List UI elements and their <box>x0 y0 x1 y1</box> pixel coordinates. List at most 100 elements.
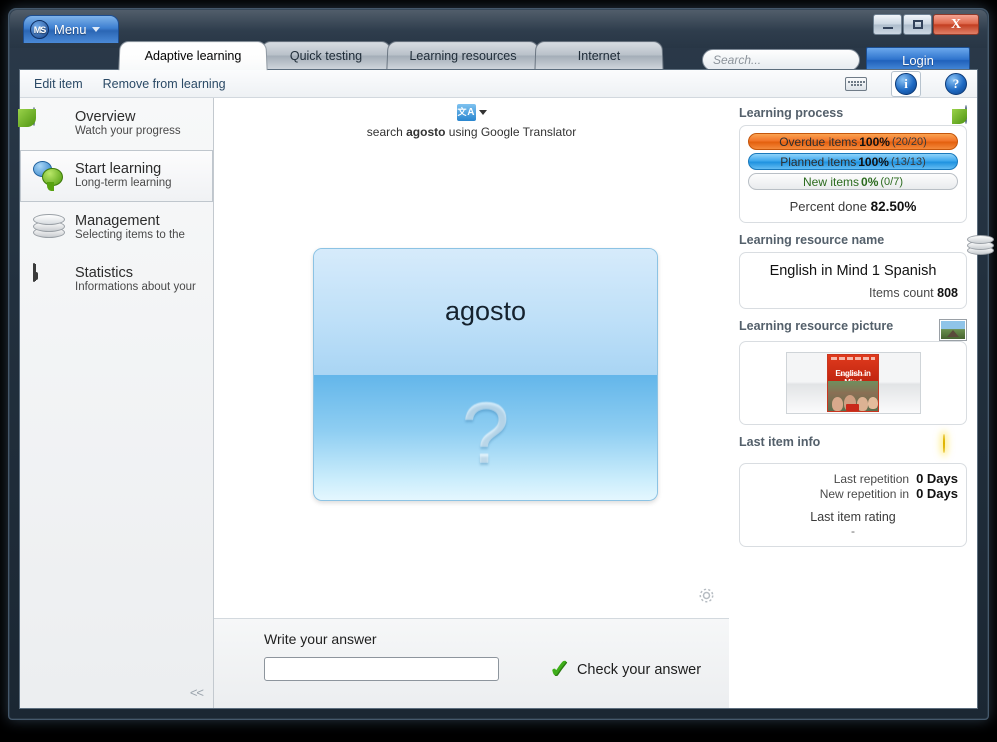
search-placeholder: Search... <box>713 53 761 67</box>
answer-input[interactable] <box>264 657 499 681</box>
info-button[interactable]: i <box>891 71 921 97</box>
sidebar-item-overview[interactable]: Overview Watch your progress <box>20 98 213 150</box>
sidebar-item-text: Management Selecting items to the <box>75 213 185 243</box>
sidebar-collapse-button[interactable]: << <box>190 685 203 700</box>
chevron-down-icon <box>479 110 487 115</box>
maximize-button[interactable] <box>903 14 932 35</box>
resource-picture-thumb[interactable]: English in Mind Student's Book <box>786 352 921 414</box>
edit-item-button[interactable]: Edit item <box>34 77 83 91</box>
resource-name-header: Learning resource name <box>739 233 967 252</box>
new-repetition-label: New repetition in <box>820 487 909 501</box>
tab-label: Learning resources <box>409 49 516 63</box>
last-item-rating-value: - <box>748 524 958 538</box>
answer-bar: Write your answer ✓ Check your answer <box>214 618 729 708</box>
sidebar-item-subtitle: Watch your progress <box>75 125 181 139</box>
last-item-info-title: Last item info <box>739 435 820 449</box>
help-icon: ? <box>945 73 967 95</box>
remove-from-learning-button[interactable]: Remove from learning <box>103 77 226 91</box>
tab-learning-resources[interactable]: Learning resources <box>386 41 539 69</box>
tab-adaptive-learning[interactable]: Adaptive learning <box>118 41 267 70</box>
resource-name-title: Learning resource name <box>739 233 884 247</box>
question-mark-icon: ? <box>462 391 510 477</box>
sidebar: Overview Watch your progress Start learn… <box>20 98 214 708</box>
tab-label: Quick testing <box>290 49 363 63</box>
percent-done-value: 82.50% <box>871 199 917 214</box>
resource-picture-title: Learning resource picture <box>739 319 893 333</box>
search-input[interactable]: Search... <box>702 49 860 71</box>
flashcard-answer-side: ? <box>314 375 657 501</box>
book-icon <box>33 264 67 296</box>
tab-label: Internet <box>578 49 621 63</box>
translator-block: A search agosto using Google Translator <box>214 104 729 139</box>
translator-icon-row[interactable]: A <box>214 104 729 121</box>
percent-done: Percent done 82.50% <box>748 193 958 214</box>
sidebar-item-management[interactable]: Management Selecting items to the <box>20 202 213 254</box>
sidebar-item-statistics[interactable]: Statistics Informations about your <box>20 254 213 306</box>
picture-icon <box>939 319 967 341</box>
sidebar-item-text: Statistics Informations about your <box>75 265 196 295</box>
last-repetition-value: 0 Days <box>916 471 958 486</box>
close-button[interactable]: X <box>933 14 979 35</box>
check-answer-button[interactable]: ✓ Check your answer <box>549 657 701 682</box>
resource-picture-header: Learning resource picture <box>739 319 967 341</box>
sidebar-item-text: Overview Watch your progress <box>75 109 181 139</box>
sidebar-item-title: Start learning <box>75 161 172 178</box>
menu-button-label: Menu <box>54 22 87 37</box>
progress-bar-label: New items <box>803 175 859 189</box>
maximize-icon <box>913 20 923 29</box>
flashcard-question-side: agosto <box>314 249 657 375</box>
progress-bar-fraction: (0/7) <box>880 176 903 188</box>
command-bar: Edit item Remove from learning i ? <box>20 70 977 98</box>
resource-name-box: English in Mind 1 Spanish Items count 80… <box>739 252 967 309</box>
learning-content-area: A search agosto using Google Translator … <box>214 98 729 708</box>
items-count-label: Items count <box>869 286 934 300</box>
tab-label: Adaptive learning <box>144 49 241 63</box>
last-repetition-label: Last repetition <box>834 472 909 486</box>
progress-bar-percent: 100% <box>859 135 890 149</box>
learning-process-title: Learning process <box>739 106 843 120</box>
app-logo: MS <box>30 20 49 39</box>
last-item-rating-label: Last item rating <box>748 501 958 524</box>
checkmark-icon: ✓ <box>549 657 570 682</box>
gear-icon[interactable] <box>698 587 715 604</box>
sidebar-item-subtitle: Selecting items to the <box>75 229 185 243</box>
application-window: X MS Menu Adaptive learning Quick testin… <box>8 8 989 720</box>
minimize-button[interactable] <box>873 14 902 35</box>
items-count-value: 808 <box>937 286 958 300</box>
sidebar-item-subtitle: Informations about your <box>75 281 196 295</box>
translator-suffix: using Google Translator <box>445 125 576 139</box>
flashcard-question: agosto <box>445 296 526 327</box>
menu-button[interactable]: MS Menu <box>23 15 119 43</box>
sidebar-item-subtitle: Long-term learning <box>75 177 172 191</box>
database-icon <box>33 212 67 244</box>
client-area: Edit item Remove from learning i ? <box>19 69 978 709</box>
last-repetition-row: Last repetition 0 Days <box>748 471 958 486</box>
window-controls: X <box>873 14 979 35</box>
progress-bar-percent: 0% <box>861 175 878 189</box>
book-cover-subtitle: Student's Book <box>828 372 878 377</box>
translator-prefix: search <box>367 125 406 139</box>
last-item-info-header: Last item info <box>739 435 967 463</box>
info-panel: Learning process Overdue items 100% (20/… <box>729 98 977 708</box>
sidebar-item-start-learning[interactable]: Start learning Long-term learning <box>20 150 213 202</box>
help-button[interactable]: ? <box>941 71 971 97</box>
pie-chart-icon <box>33 108 67 140</box>
new-repetition-row: New repetition in 0 Days <box>748 486 958 501</box>
new-repetition-value: 0 Days <box>916 486 958 501</box>
sidebar-item-text: Start learning Long-term learning <box>75 161 172 191</box>
progress-bar-fraction: (20/20) <box>892 136 927 148</box>
resource-name-value: English in Mind 1 Spanish <box>748 260 958 286</box>
keyboard-glyph <box>845 77 867 91</box>
resource-picture-thumb-wrap: English in Mind Student's Book <box>748 349 958 416</box>
body-row: Overview Watch your progress Start learn… <box>20 98 977 708</box>
keyboard-icon[interactable] <box>841 71 871 97</box>
sidebar-item-title: Overview <box>75 109 181 126</box>
write-answer-label: Write your answer <box>264 631 377 647</box>
minimize-icon <box>883 27 893 29</box>
tab-internet[interactable]: Internet <box>534 41 663 69</box>
flashcard[interactable]: agosto ? <box>313 248 658 501</box>
tab-quick-testing[interactable]: Quick testing <box>260 41 391 69</box>
translator-hint[interactable]: search agosto using Google Translator <box>214 125 729 139</box>
login-label: Login <box>902 53 934 68</box>
progress-bar-label: Planned items <box>780 155 856 169</box>
